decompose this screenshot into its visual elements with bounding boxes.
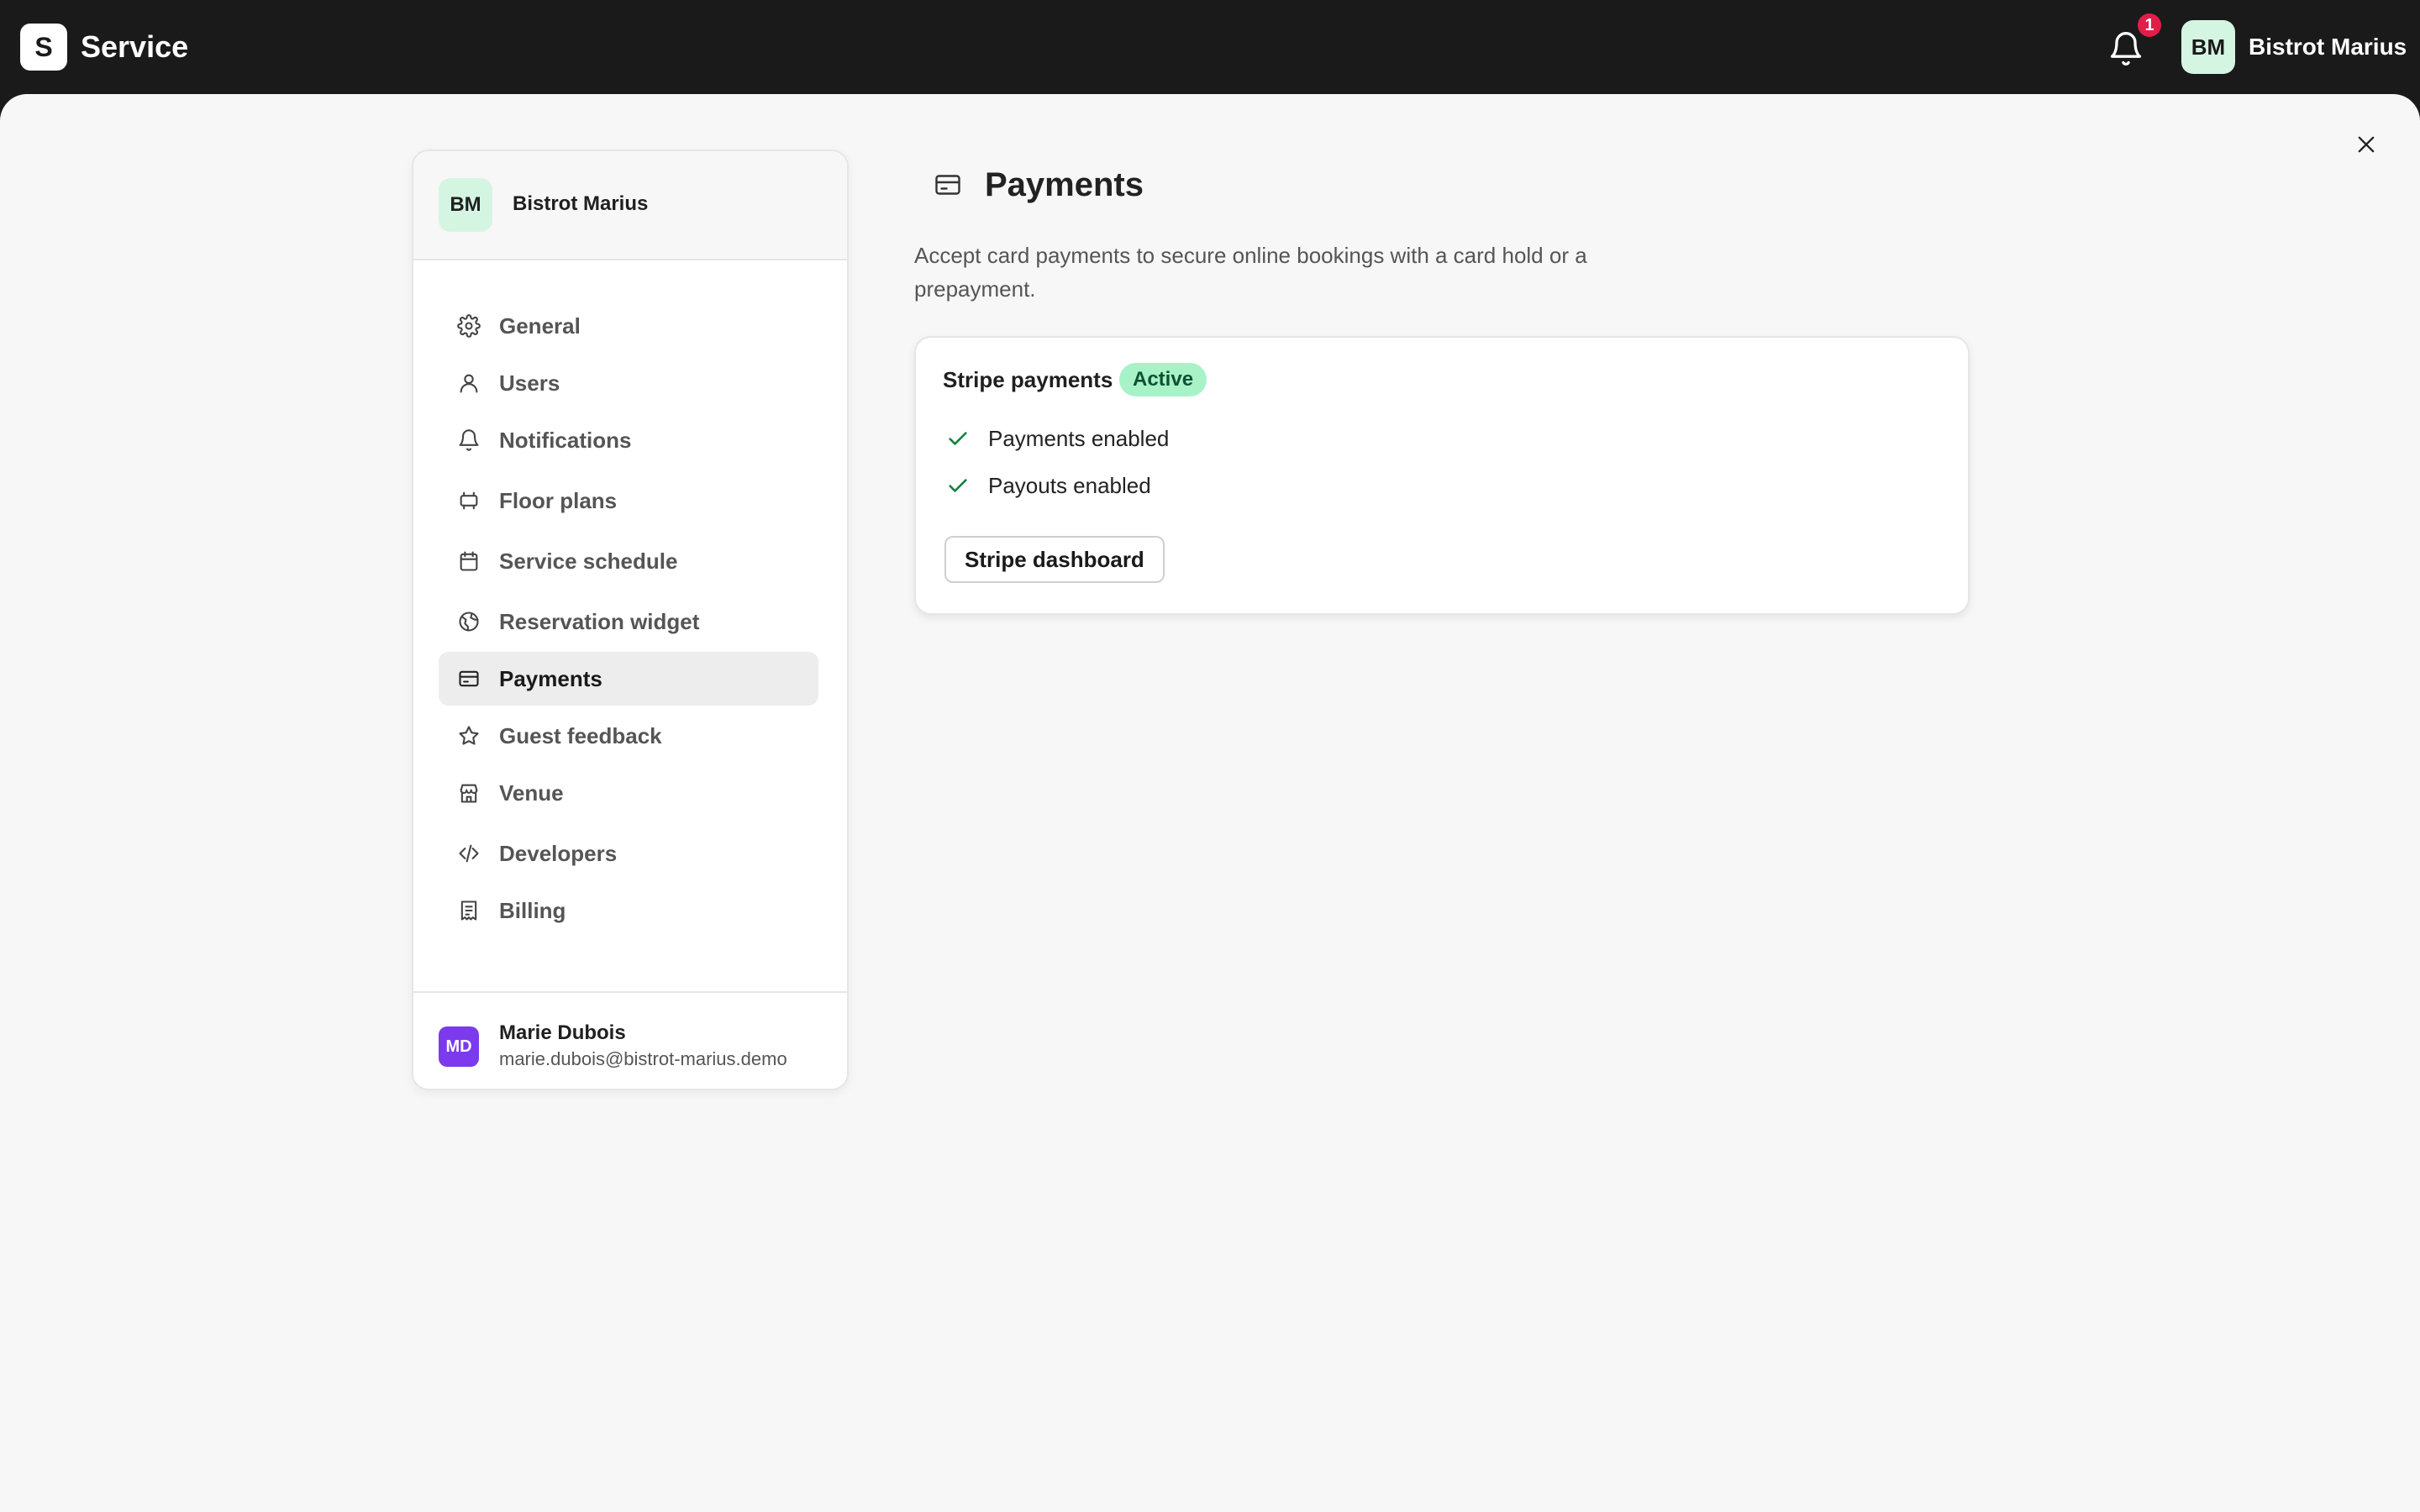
sidebar-item-label: Payments (499, 666, 602, 691)
venue-avatar: BM (439, 178, 492, 232)
user-email: marie.dubois@bistrot-marius.demo (499, 1048, 787, 1069)
sidebar-item-label: Users (499, 370, 560, 396)
bell-icon (459, 429, 479, 451)
sidebar-item-label: Developers (499, 841, 618, 866)
credit-card-icon (935, 175, 960, 195)
sidebar-item-notifications[interactable]: Notifications (439, 413, 818, 467)
page-title: Payments (985, 166, 1144, 203)
venue-header: BM Bistrot Marius (413, 151, 847, 260)
sidebar-item-label: Guest feedback (499, 723, 662, 748)
sidebar-item-payments[interactable]: Payments (439, 652, 818, 706)
card-title: Stripe payments (943, 367, 1113, 392)
sidebar-item-users[interactable]: Users (439, 356, 818, 410)
bell-icon (2110, 32, 2142, 66)
account-avatar[interactable]: BM (2181, 20, 2235, 74)
notifications-button[interactable] (2107, 30, 2144, 67)
account-name[interactable]: Bistrot Marius (2249, 30, 2407, 64)
star-icon (459, 726, 479, 745)
floor-plan-icon (460, 491, 478, 510)
calendar-icon (460, 551, 478, 571)
sidebar-item-general[interactable]: General (439, 299, 818, 353)
close-icon (2358, 136, 2375, 153)
sidebar-item-service-schedule[interactable]: Service schedule (439, 534, 818, 588)
check-label: Payments enabled (988, 426, 1170, 451)
settings-sheet: BM Bistrot Marius General Users Notifica… (0, 94, 2420, 1512)
user-avatar: MD (439, 1026, 479, 1067)
sidebar-item-label: Notifications (499, 428, 632, 453)
credit-card-icon (459, 670, 479, 687)
check-icon (949, 479, 967, 492)
sidebar-item-floor-plans[interactable]: Floor plans (439, 474, 818, 528)
notification-count-badge: 1 (2138, 13, 2161, 37)
top-bar: S Service 1 BM Bistrot Marius (0, 0, 2420, 94)
sidebar-item-label: Floor plans (499, 488, 618, 513)
sidebar-item-label: Service schedule (499, 549, 678, 574)
receipt-icon (460, 900, 477, 921)
user-name: Marie Dubois (499, 1021, 626, 1044)
sidebar-item-reservation-widget[interactable]: Reservation widget (439, 595, 818, 648)
user-icon (460, 374, 478, 393)
sidebar-item-label: Reservation widget (499, 609, 700, 634)
check-icon (949, 432, 967, 445)
sidebar-item-developers[interactable]: Developers (439, 827, 818, 880)
store-icon (460, 784, 478, 803)
sidebar-item-venue[interactable]: Venue (439, 766, 818, 820)
sidebar-item-label: General (499, 313, 581, 339)
globe-icon (459, 612, 479, 632)
sidebar-item-guest-feedback[interactable]: Guest feedback (439, 709, 818, 763)
status-badge: Active (1119, 363, 1207, 396)
stripe-payments-card: Stripe payments Active Payments enabled … (914, 336, 1970, 615)
check-label: Payouts enabled (988, 473, 1151, 498)
close-button[interactable] (2349, 128, 2383, 161)
current-user[interactable]: MD Marie Dubois marie.dubois@bistrot-mar… (413, 991, 847, 1089)
settings-sidebar: BM Bistrot Marius General Users Notifica… (412, 150, 849, 1090)
page-description: Accept card payments to secure online bo… (914, 243, 1587, 302)
app-title: Service (81, 29, 189, 64)
stripe-dashboard-button[interactable]: Stripe dashboard (944, 536, 1165, 583)
sidebar-item-label: Venue (499, 780, 564, 806)
app-logo[interactable]: S (20, 24, 67, 71)
gear-icon (457, 314, 481, 338)
sidebar-item-label: Billing (499, 898, 566, 923)
sidebar-item-billing[interactable]: Billing (439, 884, 818, 937)
code-icon (459, 844, 479, 863)
venue-name: Bistrot Marius (513, 192, 649, 215)
